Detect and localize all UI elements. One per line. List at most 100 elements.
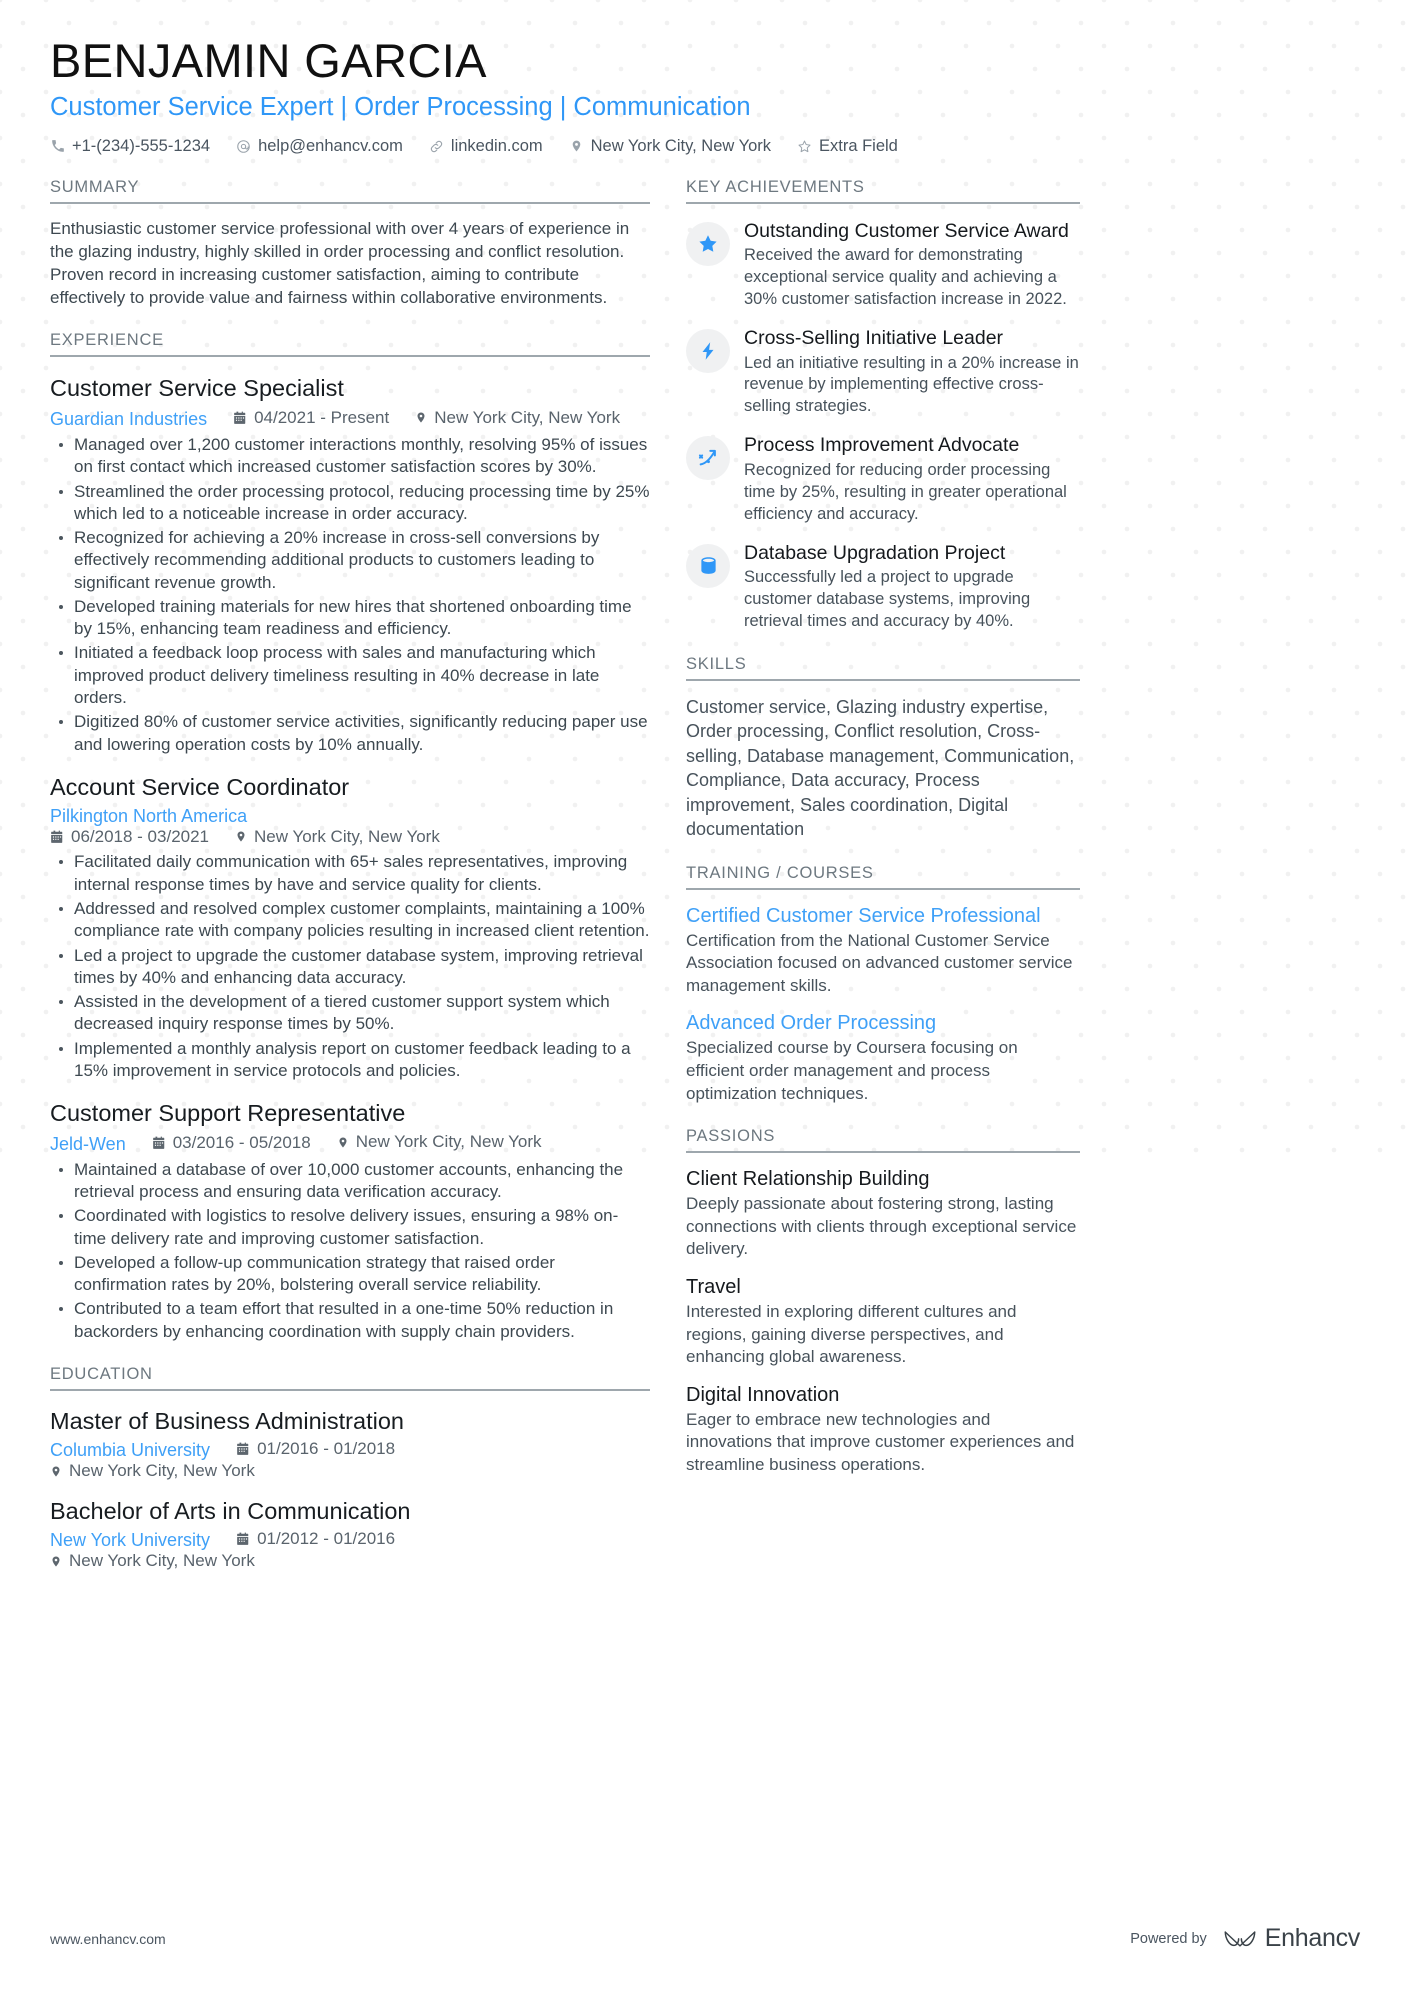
achievement-description: Recognized for reducing order processing… xyxy=(744,460,1067,523)
location-pin-icon xyxy=(235,829,247,844)
location-pin-icon xyxy=(569,138,584,154)
star-icon xyxy=(686,221,730,266)
job-meta: Guardian Industries 04/2021 - Present Ne… xyxy=(50,408,650,431)
achievement-item: Outstanding Customer Service Award Recei… xyxy=(686,220,1080,311)
job-role: Customer Service Specialist xyxy=(50,375,344,402)
bullet: Recognized for achieving a 20% increase … xyxy=(50,527,650,594)
calendar-icon xyxy=(236,1442,250,1456)
achievement-item: Process Improvement Advocate Recognized … xyxy=(686,434,1080,525)
contact-linkedin[interactable]: linkedin.com xyxy=(429,137,543,156)
section-title-experience: EXPERIENCE xyxy=(50,331,650,358)
achievement-description: Received the award for demonstrating exc… xyxy=(744,246,1067,309)
section-title-key-achievements: KEY ACHIEVEMENTS xyxy=(686,178,1080,204)
footer-website-url[interactable]: www.enhancv.com xyxy=(50,1931,166,1947)
location-pin-icon xyxy=(415,410,427,425)
school-name[interactable]: Columbia University xyxy=(50,1440,210,1461)
bullet: Initiated a feedback loop process with s… xyxy=(50,642,650,709)
achievement-body: Database Upgradation Project Successfull… xyxy=(744,542,1080,633)
course-title[interactable]: Advanced Order Processing xyxy=(686,1011,1080,1035)
experience-item: Customer Service Specialist Guardian Ind… xyxy=(50,374,650,755)
job-location: New York City, New York xyxy=(415,408,620,428)
trend-arrow-icon xyxy=(686,436,730,481)
achievement-title: Database Upgradation Project xyxy=(744,541,1006,564)
page-footer: www.enhancv.com Powered by Enhancv xyxy=(50,1924,1360,1953)
education-item: Bachelor of Arts in Communication New Yo… xyxy=(50,1497,650,1571)
job-location-text: New York City, New York xyxy=(355,1132,542,1152)
email-icon xyxy=(236,138,251,154)
resume-page: BENJAMIN GARCIA Customer Service Expert … xyxy=(0,0,1410,1995)
education-location: New York City, New York xyxy=(50,1551,255,1571)
job-location-text: New York City, New York xyxy=(434,407,621,427)
calendar-icon xyxy=(50,830,64,844)
achievement-item: Cross-Selling Initiative Leader Led an i… xyxy=(686,327,1080,418)
skills-text: Customer service, Glazing industry exper… xyxy=(686,696,1075,840)
bullet: Developed a follow-up communication stra… xyxy=(50,1252,650,1297)
achievement-description: Successfully led a project to upgrade cu… xyxy=(744,567,1031,630)
education-item: Master of Business Administration Columb… xyxy=(50,1407,650,1481)
bullet: Maintained a database of over 10,000 cus… xyxy=(50,1159,650,1204)
contact-phone-text: +1-(234)-555-1234 xyxy=(72,136,211,155)
database-icon xyxy=(686,543,730,588)
resume-header: BENJAMIN GARCIA Customer Service Expert … xyxy=(50,0,1360,156)
contact-email[interactable]: help@enhancv.com xyxy=(236,137,403,156)
bullet: Developed training materials for new hir… xyxy=(50,596,650,641)
contact-extra-field: Extra Field xyxy=(797,137,898,156)
course-title[interactable]: Certified Customer Service Professional xyxy=(686,904,1080,928)
job-company[interactable]: Jeld-Wen xyxy=(50,1134,126,1155)
education-meta: Columbia University 01/2016 - 01/2018 Ne… xyxy=(50,1439,650,1481)
experience-item: Customer Support Representative Jeld-Wen… xyxy=(50,1099,650,1343)
job-bullets: Facilitated daily communication with 65+… xyxy=(50,851,650,1082)
education-dates-text: 01/2012 - 01/2016 xyxy=(257,1529,396,1549)
location-pin-icon xyxy=(337,1135,349,1150)
job-meta: Jeld-Wen 03/2016 - 05/2018 New York City… xyxy=(50,1132,650,1155)
bullet: Contributed to a team effort that result… xyxy=(50,1298,650,1343)
bullet: Coordinated with logistics to resolve de… xyxy=(50,1205,650,1250)
bullet: Implemented a monthly analysis report on… xyxy=(50,1038,650,1083)
job-location: New York City, New York xyxy=(235,827,440,847)
job-meta: Pilkington North America 06/2018 - 03/20… xyxy=(50,806,650,848)
bullet: Digitized 80% of customer service activi… xyxy=(50,711,650,756)
course-description: Certification from the National Customer… xyxy=(686,930,1073,995)
calendar-icon xyxy=(152,1136,166,1150)
education-dates-text: 01/2016 - 01/2018 xyxy=(257,1439,396,1459)
education-location-text: New York City, New York xyxy=(69,1551,255,1571)
bullet: Managed over 1,200 customer interactions… xyxy=(50,434,650,479)
course-item: Certified Customer Service Professional … xyxy=(686,904,1080,998)
job-location-text: New York City, New York xyxy=(254,826,440,846)
achievement-body: Process Improvement Advocate Recognized … xyxy=(744,434,1080,525)
passion-description: Interested in exploring different cultur… xyxy=(686,1302,1017,1367)
star-outline-icon xyxy=(797,138,812,154)
job-dates: 04/2021 - Present xyxy=(233,408,389,428)
location-pin-icon xyxy=(50,1464,62,1479)
passion-title: Travel xyxy=(686,1276,741,1299)
lightning-bolt-icon xyxy=(686,329,730,374)
section-title-summary: SUMMARY xyxy=(50,178,650,204)
passion-description: Eager to embrace new technologies and in… xyxy=(686,1409,1075,1475)
job-company[interactable]: Pilkington North America xyxy=(50,806,650,827)
degree-title: Bachelor of Arts in Communication xyxy=(50,1498,411,1525)
bullet: Facilitated daily communication with 65+… xyxy=(50,851,650,896)
education-dates: 01/2012 - 01/2016 xyxy=(236,1529,395,1549)
footer-brand-area: Powered by Enhancv xyxy=(1130,1924,1360,1953)
passion-item: Client Relationship Building Deeply pass… xyxy=(686,1167,1080,1261)
job-role: Customer Support Representative xyxy=(50,1100,406,1127)
passion-description: Deeply passionate about fostering strong… xyxy=(686,1194,1077,1259)
achievement-description: Led an initiative resulting in a 20% inc… xyxy=(744,353,1079,416)
job-dates-text: 03/2016 - 05/2018 xyxy=(172,1132,311,1152)
phone-icon xyxy=(50,138,65,154)
contact-email-text: help@enhancv.com xyxy=(258,136,403,155)
school-name[interactable]: New York University xyxy=(50,1530,210,1551)
achievement-title: Process Improvement Advocate xyxy=(744,434,1020,457)
job-bullets: Maintained a database of over 10,000 cus… xyxy=(50,1159,650,1343)
section-title-training-courses: TRAINING / COURSES xyxy=(686,864,1080,890)
passion-title: Client Relationship Building xyxy=(686,1168,930,1191)
bullet: Assisted in the development of a tiered … xyxy=(50,991,650,1036)
summary-text: Enthusiastic customer service profession… xyxy=(50,218,630,308)
achievement-body: Cross-Selling Initiative Leader Led an i… xyxy=(744,327,1080,418)
job-location: New York City, New York xyxy=(337,1132,542,1152)
enhancv-mark-icon xyxy=(1223,1928,1257,1950)
enhancv-wordmark: Enhancv xyxy=(1264,1924,1361,1952)
achievement-item: Database Upgradation Project Successfull… xyxy=(686,542,1080,633)
job-company[interactable]: Guardian Industries xyxy=(50,409,207,430)
contact-phone[interactable]: +1-(234)-555-1234 xyxy=(50,137,210,156)
